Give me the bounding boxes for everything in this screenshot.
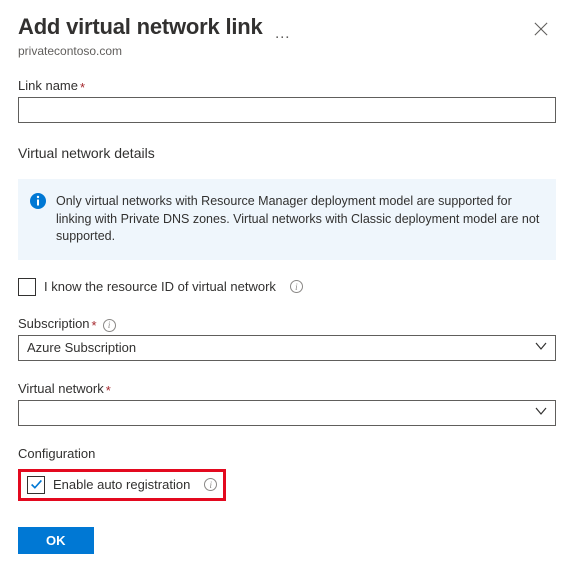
ok-button[interactable]: OK [18,527,94,554]
link-name-input[interactable] [18,97,556,123]
auto-registration-label: Enable auto registration [53,477,190,492]
resource-id-checkbox[interactable] [18,278,36,296]
configuration-section-title: Configuration [18,446,95,461]
info-icon [30,193,46,246]
info-banner: Only virtual networks with Resource Mana… [18,179,556,260]
help-icon[interactable]: i [290,280,303,293]
link-name-label: Link name [18,78,78,93]
page-subtitle: privatecontoso.com [18,44,556,58]
auto-registration-highlight: Enable auto registration i [18,469,226,501]
chevron-down-icon [535,405,547,420]
info-text: Only virtual networks with Resource Mana… [56,193,542,246]
virtual-network-label: Virtual network [18,381,104,396]
resource-id-checkbox-label: I know the resource ID of virtual networ… [44,279,276,294]
required-indicator: * [106,383,111,398]
auto-registration-checkbox[interactable] [27,476,45,494]
subscription-label: Subscription [18,316,90,331]
help-icon[interactable]: i [204,478,217,491]
page-title: Add virtual network link [18,14,263,39]
required-indicator: * [80,80,85,95]
help-icon[interactable]: i [103,319,116,332]
details-section-title: Virtual network details [18,145,556,161]
chevron-down-icon [535,340,547,355]
subscription-selected-value: Azure Subscription [27,340,136,355]
virtual-network-select[interactable] [18,400,556,426]
close-icon[interactable] [530,18,552,43]
subscription-select[interactable]: Azure Subscription [18,335,556,361]
more-actions-icon[interactable]: … [274,25,291,42]
required-indicator: * [92,318,97,333]
